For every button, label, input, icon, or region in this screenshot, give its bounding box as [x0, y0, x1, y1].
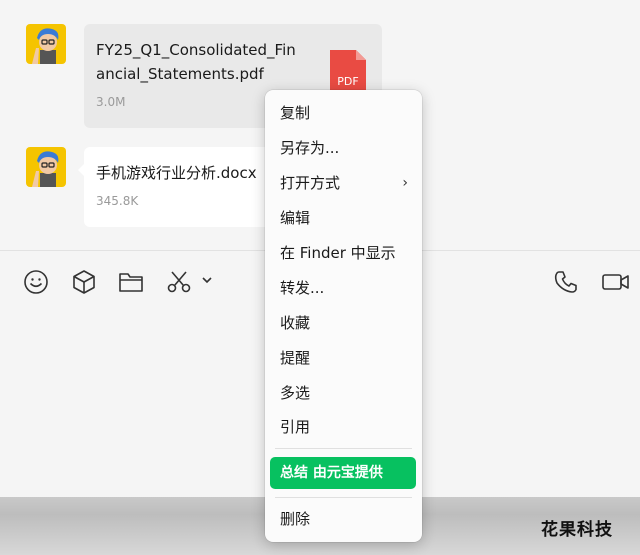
- avatar[interactable]: [26, 24, 66, 64]
- phone-icon[interactable]: [553, 269, 579, 295]
- menu-item-summarize[interactable]: 总结 由元宝提供: [270, 457, 416, 489]
- menu-item-label: 删除: [280, 510, 311, 528]
- context-menu: 复制 另存为... 打开方式 › 编辑 在 Finder 中显示 转发... 收…: [265, 90, 422, 542]
- menu-item-label: 打开方式: [280, 174, 341, 192]
- file-name: FY25_Q1_Consolidated_Fin: [96, 41, 296, 59]
- svg-text:PDF: PDF: [337, 75, 358, 88]
- menu-item-label: 引用: [280, 418, 311, 436]
- menu-item-label: 编辑: [280, 209, 311, 227]
- video-icon[interactable]: [601, 269, 631, 295]
- menu-item-label: 收藏: [280, 314, 311, 332]
- emoji-icon[interactable]: [23, 269, 49, 295]
- menu-item-copy[interactable]: 复制: [265, 99, 422, 127]
- menu-item-open-with[interactable]: 打开方式 ›: [265, 169, 422, 197]
- menu-item-quote[interactable]: 引用: [265, 413, 422, 441]
- menu-item-label: 提醒: [280, 349, 311, 367]
- menu-separator: [275, 497, 412, 498]
- menu-item-favorite[interactable]: 收藏: [265, 309, 422, 337]
- menu-item-show-in-finder[interactable]: 在 Finder 中显示: [265, 239, 422, 267]
- chevron-down-icon[interactable]: [200, 273, 214, 287]
- file-message-docx[interactable]: 手机游戏行业分析.docx 345.8K: [84, 147, 274, 227]
- scissors-icon[interactable]: [166, 269, 192, 295]
- menu-item-label: 转发...: [280, 279, 325, 297]
- menu-item-remind[interactable]: 提醒: [265, 344, 422, 372]
- menu-item-label: 多选: [280, 384, 311, 402]
- folder-icon[interactable]: [118, 269, 144, 295]
- menu-item-save-as[interactable]: 另存为...: [265, 134, 422, 162]
- menu-item-forward[interactable]: 转发...: [265, 274, 422, 302]
- menu-item-label: 总结 由元宝提供: [280, 465, 383, 481]
- avatar[interactable]: [26, 147, 66, 187]
- file-size: 345.8K: [96, 194, 139, 208]
- menu-item-label: 另存为...: [280, 139, 340, 157]
- menu-separator: [275, 448, 412, 449]
- box-icon[interactable]: [71, 269, 97, 295]
- menu-item-label: 复制: [280, 104, 311, 122]
- file-name: 手机游戏行业分析.docx: [96, 164, 257, 182]
- menu-item-delete[interactable]: 删除: [265, 505, 422, 533]
- menu-item-edit[interactable]: 编辑: [265, 204, 422, 232]
- chevron-right-icon: ›: [402, 175, 408, 191]
- menu-item-label: 在 Finder 中显示: [280, 244, 396, 262]
- watermark: 花果科技: [541, 520, 613, 540]
- file-size: 3.0M: [96, 95, 126, 109]
- menu-item-multi-select[interactable]: 多选: [265, 379, 422, 407]
- file-name: ancial_Statements.pdf: [96, 65, 264, 83]
